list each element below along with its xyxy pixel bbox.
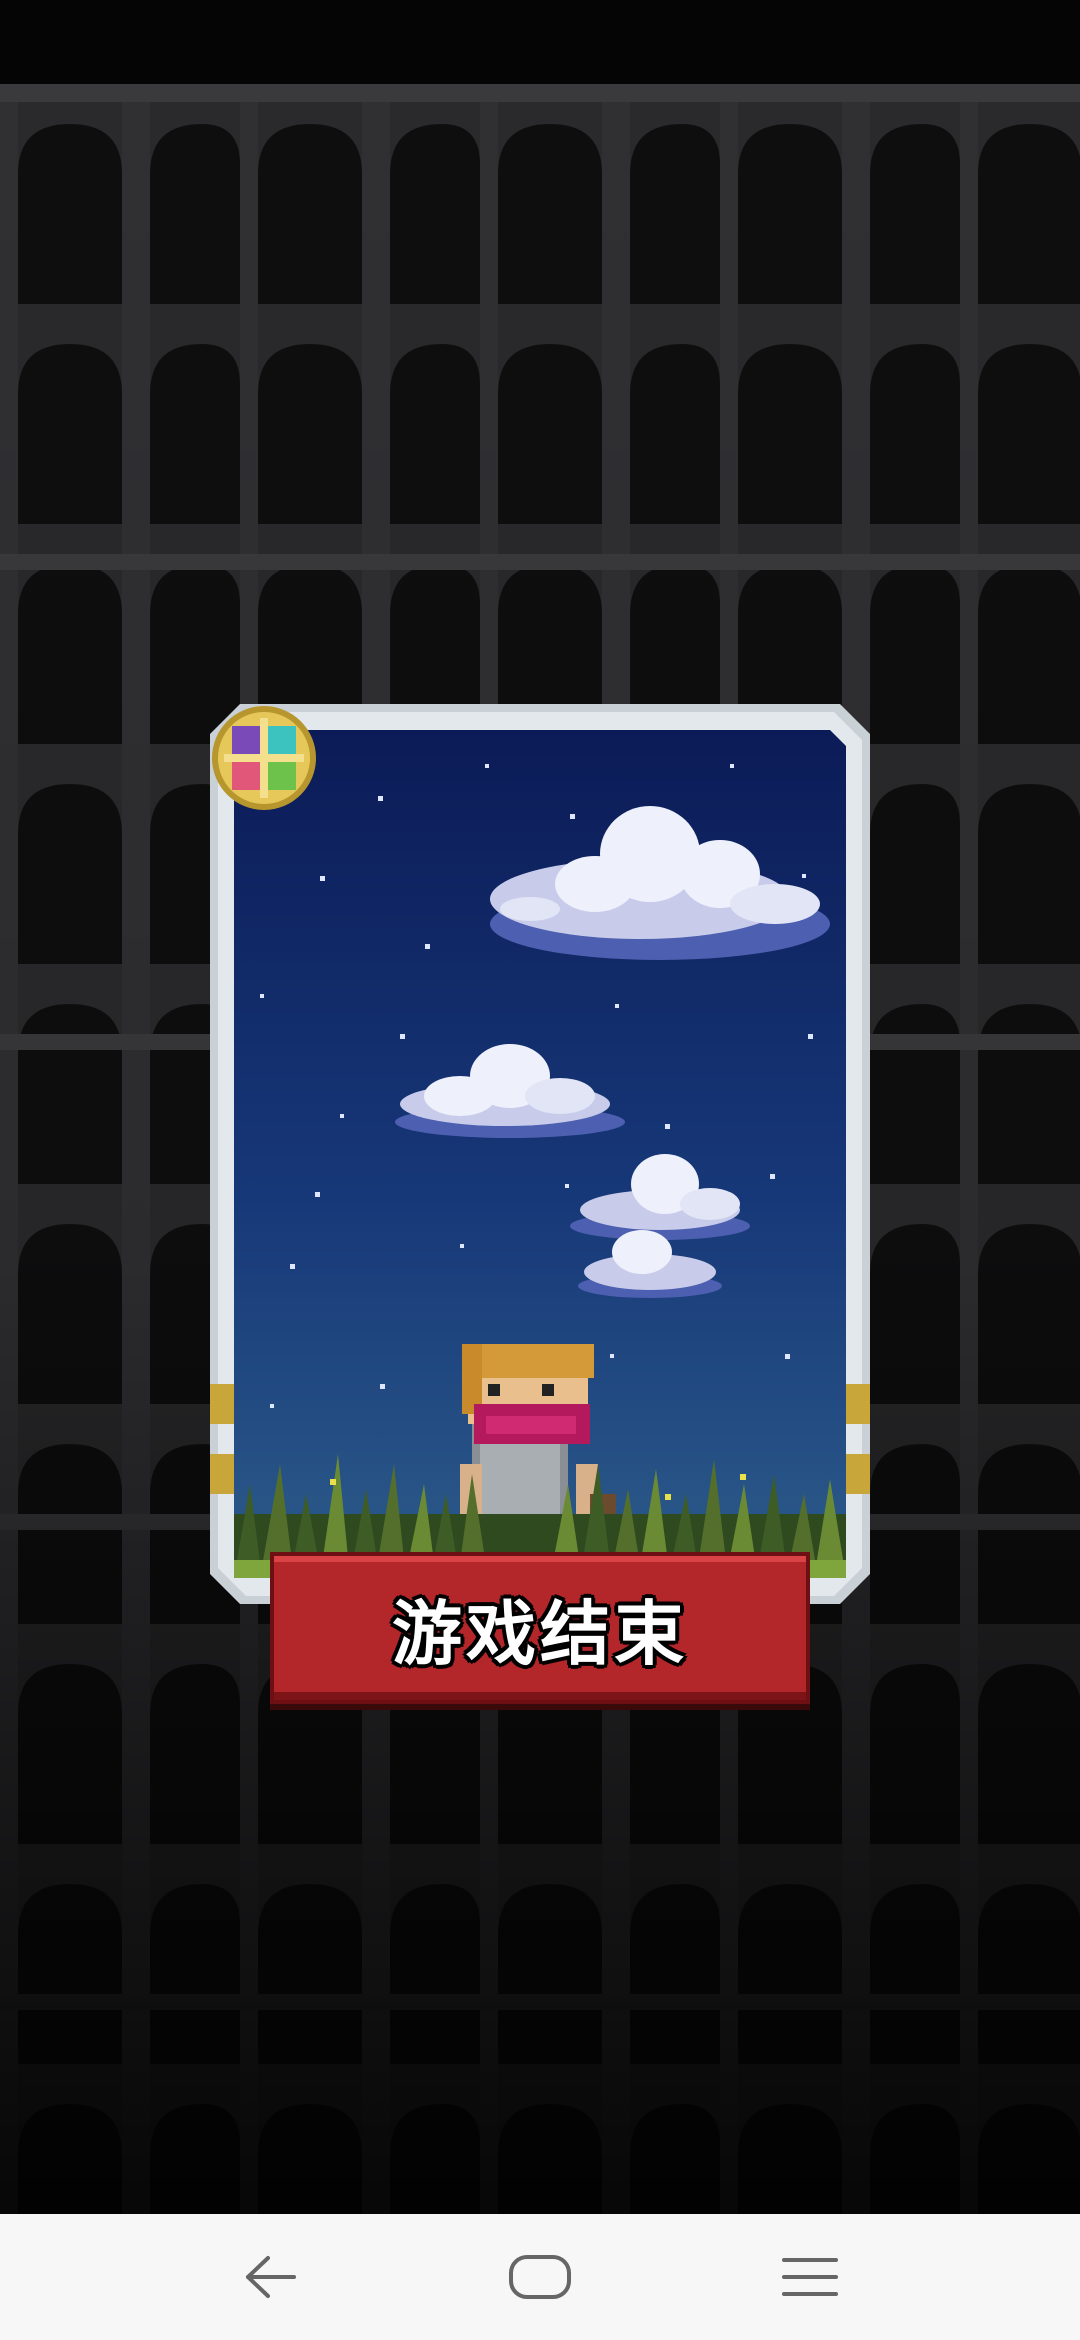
game-over-button[interactable]: 游戏结束 <box>270 1552 810 1704</box>
menu-lines-icon <box>782 2258 838 2296</box>
home-rounded-rect-icon <box>509 2255 571 2299</box>
back-button[interactable] <box>210 2232 330 2322</box>
game-over-screen: 游戏结束 <box>0 0 1080 2340</box>
character-card <box>210 704 870 1604</box>
home-button[interactable] <box>480 2232 600 2322</box>
game-over-label: 游戏结束 <box>392 1592 688 1675</box>
back-arrow-icon <box>246 2256 296 2298</box>
rune-emblem-icon <box>212 706 316 810</box>
status-bar <box>0 0 1080 84</box>
system-navigation-bar <box>0 2214 1080 2340</box>
game-area: 游戏结束 <box>0 84 1080 2214</box>
menu-button[interactable] <box>750 2232 870 2322</box>
